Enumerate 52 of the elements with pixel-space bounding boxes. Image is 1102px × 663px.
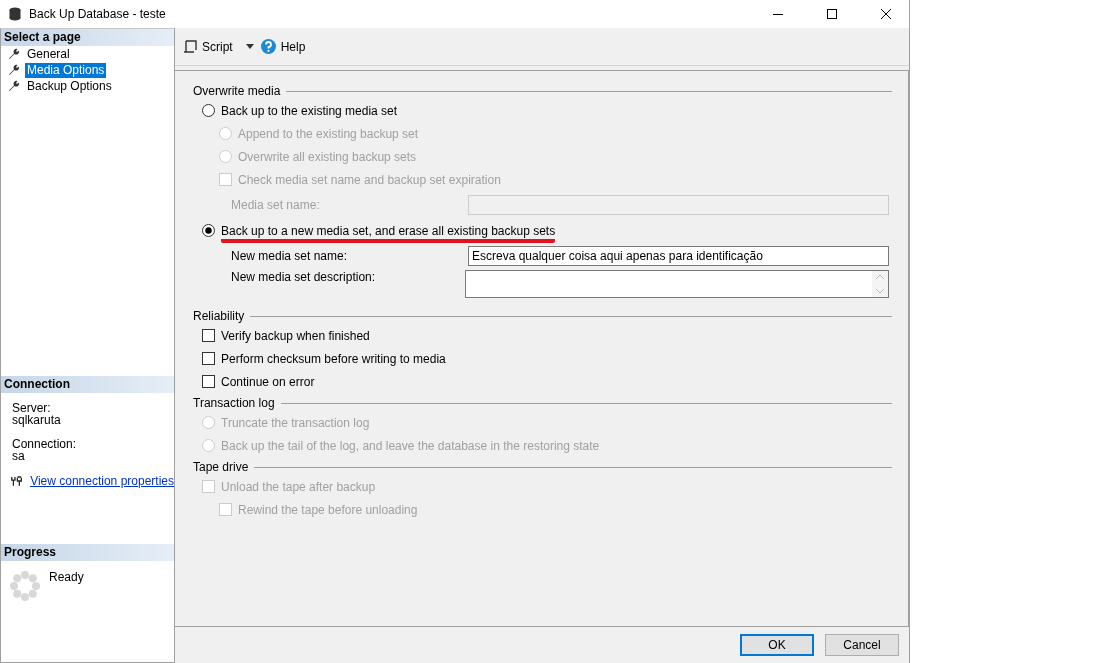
input-field[interactable]: Escreva qualquer coisa aqui apenas para identificação: [468, 246, 889, 266]
plug-icon: [11, 475, 23, 487]
option-label: Verify backup when finished: [221, 328, 370, 343]
checkbox[interactable]: [202, 352, 215, 365]
database-icon: [9, 7, 21, 21]
connection-label: Connection:: [12, 438, 78, 450]
radio-button[interactable]: [202, 104, 215, 117]
option-label: Append to the existing backup set: [238, 126, 419, 141]
wrench-icon: [8, 80, 20, 92]
help-icon: [260, 39, 276, 54]
sidebar-header: Connection: [1, 376, 174, 393]
sidebar-header: Select a page: [1, 29, 174, 46]
script-button[interactable]: Script: [183, 39, 233, 54]
page-item[interactable]: General: [25, 46, 72, 62]
page-item[interactable]: Media Options: [25, 62, 107, 78]
connection-properties-link[interactable]: View connection properties: [30, 474, 174, 488]
server-label: Server:: [12, 402, 52, 414]
spinner-icon: [9, 570, 41, 602]
field-label: Media set name:: [231, 198, 321, 212]
script-icon: [183, 39, 197, 54]
field-label: New media set name:: [231, 249, 349, 263]
radio-button[interactable]: [202, 224, 215, 237]
section-title: Overwrite media: [193, 84, 281, 98]
cancel-button[interactable]: Cancel: [825, 634, 899, 656]
server-value: sqlkaruta: [12, 414, 62, 426]
section-title: Tape drive: [193, 460, 249, 474]
sidebar-header: Progress: [1, 544, 174, 561]
section-title: Reliability: [193, 309, 245, 323]
option-label: Back up the tail of the log, and leave the database in the restoring state: [221, 438, 600, 453]
wrench-icon: [8, 64, 20, 76]
ok-button[interactable]: OK: [740, 634, 814, 656]
option-label: Back up to a new media set, and erase all existing backup sets: [221, 224, 556, 243]
dropdown-caret-icon[interactable]: [244, 43, 255, 50]
option-label: Overwrite all existing backup sets: [238, 149, 417, 164]
option-label: Check media set name and backup set expiration: [238, 172, 501, 187]
option-label: Continue on error: [221, 374, 315, 389]
checkbox[interactable]: [202, 329, 215, 342]
option-label: Unload the tape after backup: [221, 479, 376, 494]
option-label: Truncate the transaction log: [221, 415, 370, 430]
field-label: New media set description:: [231, 270, 377, 284]
option-label: Back up to the existing media set: [221, 103, 398, 118]
description-field[interactable]: [465, 270, 889, 298]
checkbox[interactable]: [202, 375, 215, 388]
help-button[interactable]: Help: [260, 39, 306, 54]
wrench-icon: [8, 48, 20, 60]
page-item[interactable]: Backup Options: [25, 78, 114, 94]
progress-status: Ready: [49, 570, 84, 586]
window-title: Back Up Database - teste: [29, 7, 167, 21]
option-label: Perform checksum before writing to media: [221, 351, 446, 366]
option-label: Rewind the tape before unloading: [238, 502, 418, 517]
connection-value: sa: [12, 450, 26, 462]
section-title: Transaction log: [193, 396, 275, 410]
